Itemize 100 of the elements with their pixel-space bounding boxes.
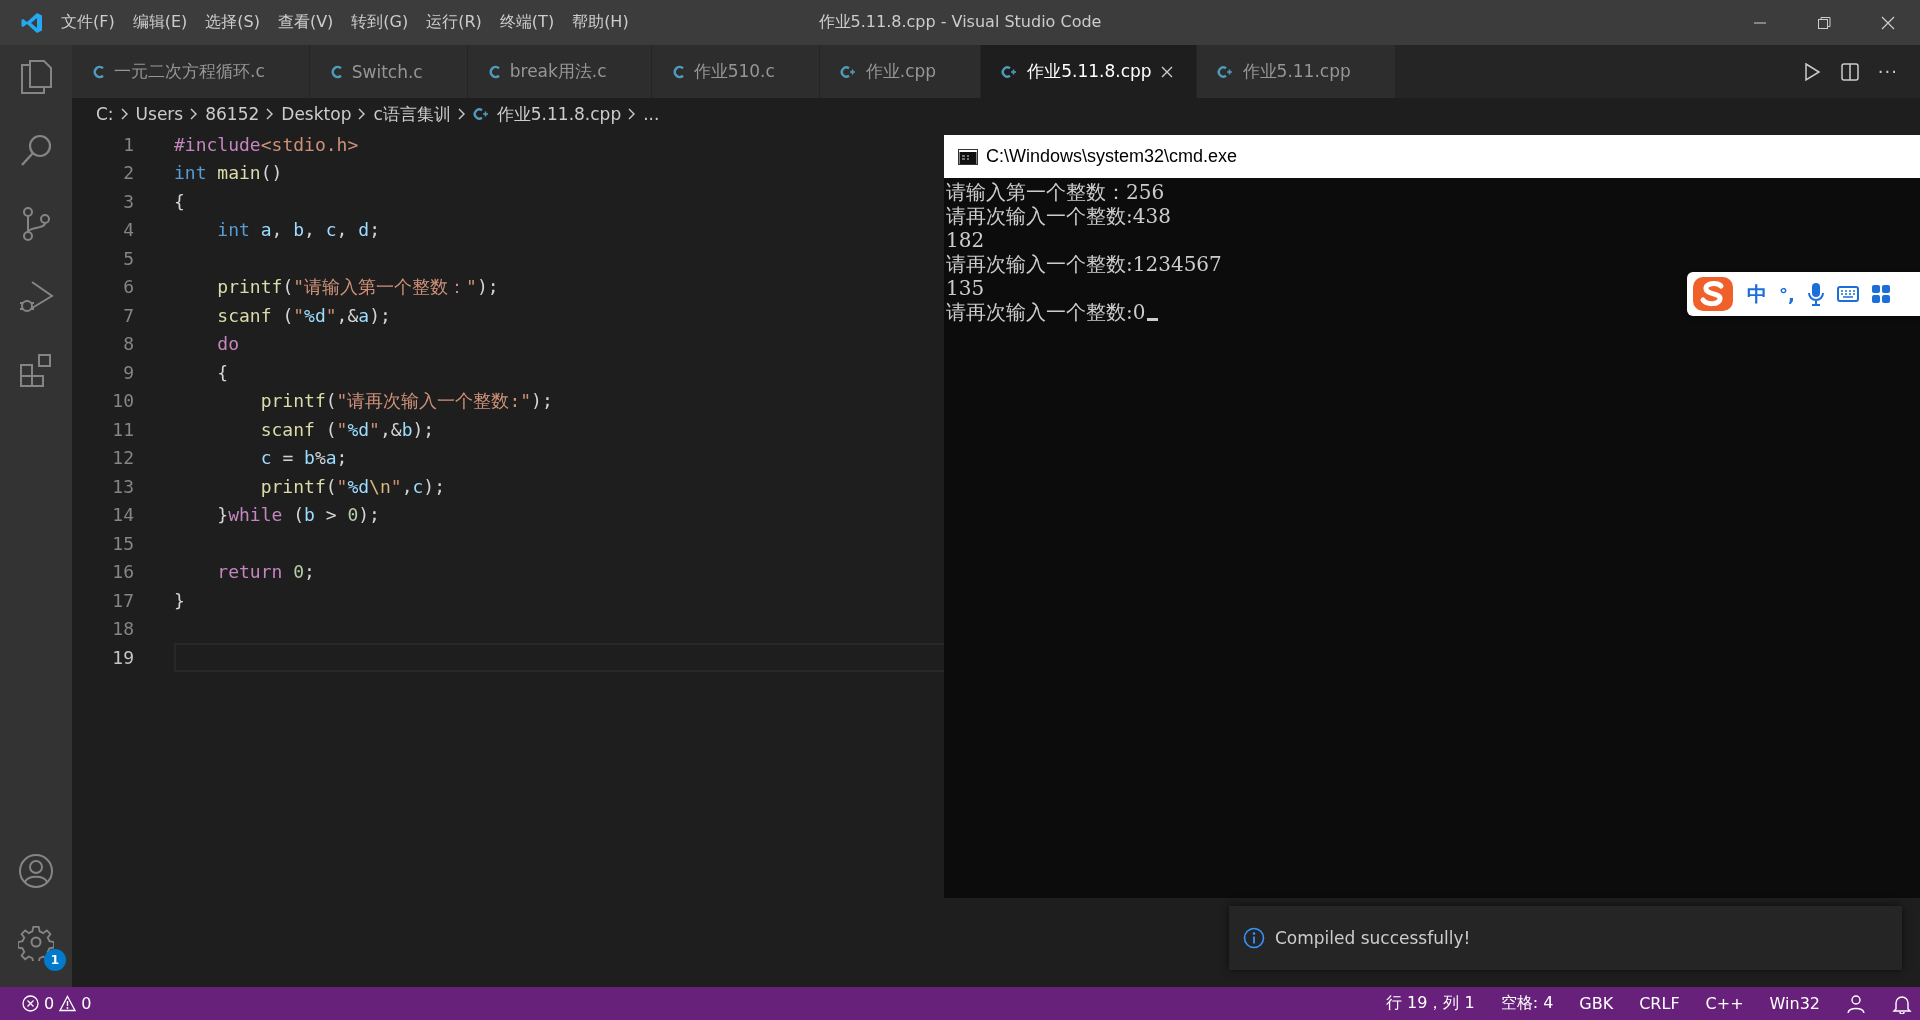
console-line: 135 — [946, 276, 985, 300]
menu-item[interactable]: 终端(T) — [490, 12, 564, 33]
account-icon[interactable] — [18, 853, 54, 889]
input-method-logo-icon[interactable] — [1691, 274, 1735, 314]
code-line: printf("%d\n",c); — [259, 475, 445, 497]
menu-item[interactable]: 帮助(H) — [563, 12, 638, 33]
code-line: printf("请再次输入一个整数:"); — [259, 388, 553, 413]
status-item[interactable]: CRLF — [1639, 994, 1680, 1013]
editor-tab[interactable]: 作业510.c — [651, 45, 820, 98]
info-icon — [1243, 927, 1265, 949]
extensions-icon[interactable] — [18, 351, 54, 387]
code-line: do — [216, 333, 240, 355]
files-icon[interactable] — [18, 59, 54, 95]
grid-icon[interactable] — [1870, 284, 1891, 304]
line-number: 9 — [122, 361, 134, 383]
more-actions[interactable]: ··· — [1877, 61, 1898, 82]
status-item[interactable]: 行 19，列 1 — [1385, 993, 1475, 1014]
line-number: 3 — [122, 190, 134, 212]
menu-item[interactable]: 转到(G) — [342, 12, 418, 33]
line-number: 4 — [122, 219, 134, 241]
window-title: 作业5.11.8.cpp - Visual Studio Code — [818, 12, 1102, 33]
notification-badge: 1 — [44, 949, 66, 971]
line-number: 15 — [111, 532, 134, 554]
problems-indicator[interactable]: 0 0 — [22, 994, 92, 1013]
editor-tab[interactable]: 一元二次方程循环.c — [72, 45, 310, 98]
editor-tab[interactable]: 作业5.11.cpp — [1196, 45, 1396, 98]
warning-icon — [59, 995, 77, 1012]
menu-item[interactable]: 文件(F) — [52, 12, 124, 33]
status-item[interactable]: GBK — [1579, 994, 1614, 1013]
code-line: scanf ("%d",&a); — [216, 304, 391, 326]
line-number: 17 — [111, 589, 134, 611]
cpp-file-icon — [839, 63, 858, 80]
status-item[interactable]: 空格: 4 — [1500, 993, 1554, 1014]
line-number: 19 — [111, 646, 134, 668]
search-icon[interactable] — [18, 132, 54, 168]
close-icon[interactable] — [1880, 14, 1896, 31]
console-line: 请再次输入一个整数:438 — [946, 204, 1171, 228]
breadcrumb-item[interactable]: Users — [135, 104, 184, 124]
c-file-icon — [487, 63, 502, 80]
code-line: return 0; — [216, 561, 315, 583]
breadcrumb-item[interactable]: Desktop — [281, 104, 352, 124]
restore-icon[interactable] — [1816, 14, 1832, 31]
error-icon — [22, 995, 39, 1012]
console-line: 请再次输入一个整数:1234567 — [946, 252, 1222, 276]
line-number: 13 — [111, 475, 134, 497]
status-item[interactable]: Win32 — [1769, 994, 1820, 1013]
close-icon[interactable] — [1159, 64, 1174, 79]
code-line: printf("请输入第一个整数："); — [216, 274, 499, 299]
editor-tab[interactable]: 作业5.11.8.cpp — [981, 45, 1197, 98]
editor-tab[interactable]: 作业.cpp — [819, 45, 982, 98]
breadcrumb-item[interactable]: ... — [643, 104, 660, 124]
breadcrumb-item[interactable]: c语言集训 — [373, 102, 451, 126]
c-file-icon — [671, 63, 686, 80]
line-number: 7 — [122, 304, 134, 326]
breadcrumb-item[interactable]: C: — [96, 104, 114, 124]
menu-item[interactable]: 编辑(E) — [123, 12, 197, 33]
console-icon — [958, 148, 978, 165]
status-item[interactable]: C++ — [1705, 994, 1744, 1013]
punctuation-toggle[interactable]: °, — [1779, 283, 1795, 305]
input-mode-toggle[interactable]: 中 — [1747, 280, 1767, 308]
person-icon[interactable] — [1846, 993, 1866, 1014]
settings-icon[interactable] — [18, 925, 54, 961]
code-line: c = b%a; — [259, 447, 348, 469]
c-file-icon — [92, 63, 106, 80]
line-number: 18 — [111, 618, 134, 640]
code-line: int a, b, c, d; — [216, 219, 380, 241]
code-line: { — [174, 190, 185, 212]
c-file-icon — [329, 63, 344, 80]
run-debug-icon[interactable] — [18, 278, 54, 314]
menu-item[interactable]: 选择(S) — [196, 12, 269, 33]
line-number: 5 — [122, 247, 134, 269]
cpp-file-icon — [1216, 63, 1235, 80]
line-number: 1 — [122, 133, 134, 155]
breadcrumb-item[interactable]: 86152 — [205, 104, 260, 124]
console-line: 请输入第一个整数：256 — [946, 180, 1165, 204]
breadcrumb-item[interactable]: 作业5.11.8.cpp — [472, 102, 622, 126]
keyboard-icon[interactable] — [1836, 285, 1859, 303]
menu-item[interactable]: 查看(V) — [268, 12, 343, 33]
code-line: }while (b > 0); — [216, 504, 380, 526]
editor-tab[interactable]: break用法.c — [467, 45, 652, 98]
cpp-file-icon — [472, 106, 491, 122]
line-number: 8 — [122, 333, 134, 355]
bell-icon[interactable] — [1892, 993, 1912, 1014]
microphone-icon[interactable] — [1806, 282, 1825, 306]
code-line: scanf ("%d",&b); — [259, 418, 435, 440]
line-number: 11 — [111, 418, 134, 440]
line-number: 6 — [122, 276, 134, 298]
line-number: 16 — [111, 561, 134, 583]
menu-item[interactable]: 运行(R) — [417, 12, 491, 33]
editor-tab[interactable]: Switch.c — [309, 45, 468, 98]
line-number: 12 — [111, 447, 134, 469]
code-line: { — [216, 361, 229, 383]
line-number: 14 — [111, 504, 134, 526]
code-line: int main() — [174, 162, 283, 184]
chevron-icon — [119, 107, 130, 121]
line-number: 10 — [111, 390, 134, 412]
app-logo-icon — [20, 10, 44, 35]
split-editor-icon[interactable] — [1839, 61, 1860, 82]
chevron-icon — [456, 107, 467, 121]
console-title: C:\Windows\system32\cmd.exe — [986, 146, 1238, 167]
